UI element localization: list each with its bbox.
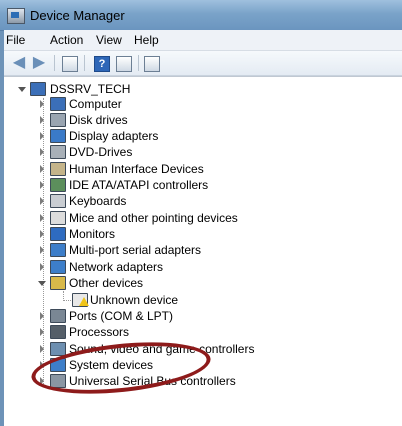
tree-item-label: Disk drives bbox=[69, 113, 128, 127]
ide-controller-icon bbox=[50, 178, 66, 192]
expand-arrow-icon[interactable] bbox=[40, 230, 44, 238]
collapse-arrow-icon[interactable] bbox=[18, 87, 26, 92]
tree-item-unknown-device[interactable]: Unknown device bbox=[68, 292, 268, 308]
toolbar-separator bbox=[84, 55, 85, 71]
tree-item-label: Display adapters bbox=[69, 129, 159, 143]
tree-item-label: DVD-Drives bbox=[69, 145, 133, 159]
tree-item[interactable]: Monitors bbox=[38, 226, 368, 242]
expand-arrow-icon[interactable] bbox=[40, 214, 44, 222]
tree-item-label: Unknown device bbox=[90, 293, 179, 307]
hid-icon bbox=[50, 162, 66, 176]
expand-arrow-icon[interactable] bbox=[40, 263, 44, 271]
disk-drive-icon bbox=[50, 113, 66, 127]
expand-arrow-icon[interactable] bbox=[40, 345, 44, 353]
device-properties-icon[interactable] bbox=[116, 56, 132, 72]
expand-arrow-icon[interactable] bbox=[40, 165, 44, 173]
expand-arrow-icon[interactable] bbox=[40, 132, 44, 140]
device-tree: DSSRV_TECH Computer Disk drives Display … bbox=[4, 76, 402, 426]
expand-arrow-icon[interactable] bbox=[40, 328, 44, 336]
expand-arrow-icon[interactable] bbox=[40, 312, 44, 320]
device-manager-window: Device Manager File Action View Help ◀ ▶… bbox=[0, 0, 402, 426]
ports-icon bbox=[50, 309, 66, 323]
device-manager-app-icon bbox=[7, 8, 25, 24]
serial-adapter-icon bbox=[50, 243, 66, 257]
toolbar-separator bbox=[138, 55, 139, 71]
other-devices-icon bbox=[50, 276, 66, 290]
tree-item-label: Ports (COM & LPT) bbox=[69, 309, 174, 323]
tree-item[interactable]: Network adapters bbox=[38, 259, 368, 275]
menu-file[interactable]: File bbox=[6, 33, 25, 47]
tree-item-label: Processors bbox=[69, 325, 130, 339]
tree-item[interactable]: DVD-Drives bbox=[38, 144, 368, 160]
collapse-arrow-icon[interactable] bbox=[38, 281, 46, 286]
back-arrow-icon[interactable]: ◀ bbox=[10, 54, 28, 72]
menu-bar: File Action View Help bbox=[4, 30, 402, 51]
dvd-drive-icon bbox=[50, 145, 66, 159]
forward-arrow-icon[interactable]: ▶ bbox=[30, 54, 48, 72]
expand-arrow-icon[interactable] bbox=[40, 116, 44, 124]
expand-arrow-icon[interactable] bbox=[40, 246, 44, 254]
unknown-device-warning-icon bbox=[79, 297, 89, 306]
properties-icon[interactable] bbox=[62, 56, 78, 72]
tree-item-label: Monitors bbox=[69, 227, 116, 241]
window-title: Device Manager bbox=[30, 8, 125, 23]
tree-item[interactable]: Disk drives bbox=[38, 112, 368, 128]
menu-action[interactable]: Action bbox=[50, 33, 83, 47]
tree-item[interactable]: Ports (COM & LPT) bbox=[38, 308, 368, 324]
tree-item[interactable]: Multi-port serial adapters bbox=[38, 242, 368, 258]
scan-hardware-changes-icon[interactable] bbox=[144, 56, 160, 72]
mouse-icon bbox=[50, 211, 66, 225]
expand-arrow-icon[interactable] bbox=[40, 197, 44, 205]
processor-icon bbox=[50, 325, 66, 339]
tree-item[interactable]: Display adapters bbox=[38, 128, 368, 144]
expand-arrow-icon[interactable] bbox=[40, 181, 44, 189]
expand-arrow-icon[interactable] bbox=[40, 148, 44, 156]
tree-item-label: Mice and other pointing devices bbox=[69, 211, 238, 225]
tree-item-other-devices[interactable]: Other devices bbox=[38, 275, 368, 291]
tree-item-label: Keyboards bbox=[69, 194, 127, 208]
tree-item[interactable]: Processors bbox=[38, 324, 368, 340]
tree-item-label: Computer bbox=[69, 97, 122, 111]
tree-item[interactable]: Mice and other pointing devices bbox=[38, 210, 368, 226]
toolbar-separator bbox=[54, 55, 55, 71]
toolbar: ◀ ▶ ? bbox=[4, 51, 402, 76]
expand-arrow-icon[interactable] bbox=[40, 100, 44, 108]
tree-item-label: Multi-port serial adapters bbox=[69, 243, 202, 257]
tree-root-label: DSSRV_TECH bbox=[50, 82, 131, 96]
display-adapter-icon bbox=[50, 129, 66, 143]
tree-item-label: IDE ATA/ATAPI controllers bbox=[69, 178, 209, 192]
menu-help[interactable]: Help bbox=[134, 33, 159, 47]
tree-item[interactable]: Computer bbox=[38, 96, 368, 112]
computer-root-icon bbox=[30, 82, 46, 96]
tree-item[interactable]: IDE ATA/ATAPI controllers bbox=[38, 177, 368, 193]
help-icon[interactable]: ? bbox=[94, 56, 110, 72]
menu-view[interactable]: View bbox=[96, 33, 122, 47]
keyboard-icon bbox=[50, 194, 66, 208]
monitor-icon bbox=[50, 227, 66, 241]
tree-item[interactable]: Keyboards bbox=[38, 193, 368, 209]
tree-root[interactable]: DSSRV_TECH bbox=[18, 81, 238, 97]
computer-icon bbox=[50, 97, 66, 111]
title-bar[interactable]: Device Manager bbox=[0, 0, 402, 31]
tree-item-label: Network adapters bbox=[69, 260, 164, 274]
network-adapter-icon bbox=[50, 260, 66, 274]
tree-item-label: Human Interface Devices bbox=[69, 162, 204, 176]
tree-item-label: Other devices bbox=[69, 276, 144, 290]
tree-item[interactable]: Human Interface Devices bbox=[38, 161, 368, 177]
